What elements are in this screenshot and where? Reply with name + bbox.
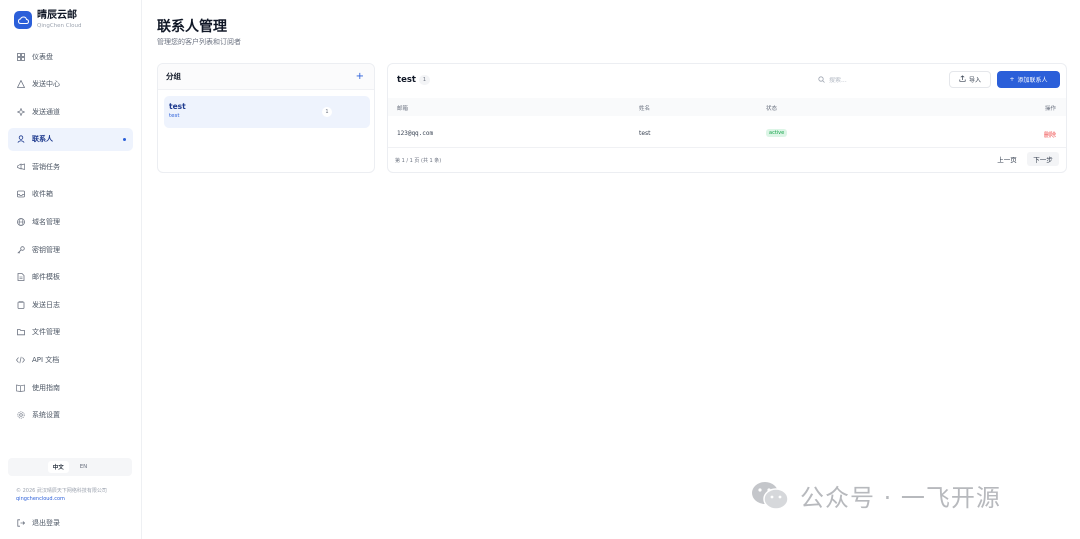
group-item[interactable]: test test 1 (164, 96, 370, 128)
template-icon (16, 273, 25, 282)
sidebar-item-domains[interactable]: 域名管理 (8, 211, 133, 234)
channel-icon (16, 107, 25, 116)
sidebar-item-label: 密钥管理 (32, 245, 60, 254)
brand-name: 晴辰云邮 (37, 10, 77, 21)
sidebar-item-label: 域名管理 (32, 218, 60, 227)
column-header-actions: 操作 (1044, 106, 1056, 112)
book-icon (16, 383, 25, 392)
column-header-name: 姓名 (639, 106, 651, 112)
sidebar-item-label: 文件管理 (32, 328, 60, 337)
groups-panel: 分组 + test test 1 (157, 63, 375, 173)
contacts-header: test 1 导入 + 添加联系人 (388, 64, 1066, 96)
group-name: test (169, 102, 186, 111)
sidebar-item-label: 发送通道 (32, 107, 60, 116)
watermark-text: 公众号 · 一飞开源 (800, 484, 1001, 512)
sidebar-item-api-docs[interactable]: API 文档 (8, 349, 133, 372)
contact-name: test (639, 130, 651, 137)
code-icon (16, 356, 25, 365)
brand-subtitle: QingChen Cloud (37, 23, 82, 29)
sidebar-item-label: 收件箱 (32, 190, 53, 199)
sidebar-item-label: 仪表盘 (32, 52, 53, 61)
groups-title: 分组 (166, 72, 181, 81)
active-indicator (123, 137, 126, 141)
sidebar-item-label: 使用指南 (32, 383, 60, 392)
sidebar-item-label: 营销任务 (32, 162, 60, 171)
sidebar-item-label: 发送中心 (32, 80, 60, 89)
table-row: 123@qq.com test active 删除 (388, 120, 1066, 148)
logout-icon (16, 519, 25, 528)
search-icon (818, 75, 825, 85)
page-title: 联系人管理 (157, 19, 227, 35)
groups-header: 分组 + (158, 64, 374, 90)
folder-icon (16, 328, 25, 337)
logout-label: 退出登录 (32, 519, 60, 527)
pagination-info: 第 1 / 1 页 (共 1 条) (395, 158, 442, 164)
next-page-button[interactable]: 下一步 (1027, 152, 1059, 166)
page-subtitle: 管理您的客户列表和订阅者 (157, 38, 241, 46)
sidebar-item-campaigns[interactable]: 营销任务 (8, 155, 133, 178)
copyright: © 2026 武汉晴辰天下网络科技有限公司 qingchencloud.com (16, 487, 107, 503)
contacts-count-badge: 1 (419, 75, 430, 85)
add-group-button[interactable]: + (356, 71, 364, 82)
sidebar-nav: 仪表盘 发送中心 发送通道 联系人 营销任务 收件箱 域名管理 密钥管理 邮件模… (8, 45, 133, 431)
group-description: test (169, 113, 180, 119)
search-input[interactable] (829, 76, 929, 84)
sidebar-item-label: 发送日志 (32, 300, 60, 309)
sidebar-item-label: 邮件模板 (32, 273, 60, 282)
cloud-logo-icon (14, 11, 32, 29)
status-badge: active (766, 129, 788, 137)
sidebar-item-dashboard[interactable]: 仪表盘 (8, 45, 133, 68)
import-button[interactable]: 导入 (949, 71, 991, 88)
sidebar-item-label: 联系人 (32, 135, 53, 144)
grid-icon (16, 52, 25, 61)
group-count-badge: 1 (322, 107, 332, 117)
contacts-group-title: test (397, 75, 416, 85)
import-label: 导入 (968, 77, 981, 84)
key-icon (16, 245, 25, 254)
sidebar-item-settings[interactable]: 系统设置 (8, 404, 133, 427)
sidebar-item-keys[interactable]: 密钥管理 (8, 238, 133, 261)
contact-email: 123@qq.com (397, 130, 434, 137)
sidebar-item-logs[interactable]: 发送日志 (8, 293, 133, 316)
brand[interactable]: 晴辰云邮 QingChen Cloud (14, 10, 82, 30)
upload-icon (959, 75, 966, 84)
table-header: 邮箱 姓名 状态 操作 (388, 98, 1066, 116)
lang-option-en[interactable]: EN (75, 462, 93, 472)
sidebar-item-files[interactable]: 文件管理 (8, 321, 133, 344)
prev-page-button[interactable]: 上一页 (991, 152, 1023, 166)
sidebar-item-templates[interactable]: 邮件模板 (8, 266, 133, 289)
sidebar-item-send-channel[interactable]: 发送通道 (8, 100, 133, 123)
add-contact-button[interactable]: + 添加联系人 (997, 71, 1060, 88)
megaphone-icon (16, 162, 25, 171)
search-box (818, 73, 936, 87)
wechat-icon (750, 480, 790, 512)
add-contact-label: 添加联系人 (1017, 77, 1048, 84)
sidebar-item-label: API 文档 (32, 356, 60, 365)
send-icon (16, 80, 25, 89)
plus-icon: + (1009, 76, 1015, 83)
column-header-email: 邮箱 (397, 106, 409, 112)
inbox-icon (16, 190, 25, 199)
sidebar: 晴辰云邮 QingChen Cloud 仪表盘 发送中心 发送通道 联系人 营销… (0, 0, 142, 539)
copyright-text: © 2026 武汉晴辰天下网络科技有限公司 (16, 488, 107, 494)
sidebar-item-contacts[interactable]: 联系人 (8, 127, 133, 151)
lang-option-zh[interactable]: 中文 (47, 461, 69, 473)
sidebar-item-guide[interactable]: 使用指南 (8, 376, 133, 399)
sidebar-item-inbox[interactable]: 收件箱 (8, 183, 133, 206)
contacts-panel: test 1 导入 + 添加联系人 邮箱 姓名 状态 操作 123@qq.com… (387, 63, 1067, 173)
sidebar-item-send-center[interactable]: 发送中心 (8, 73, 133, 96)
gear-icon (16, 411, 25, 420)
site-link[interactable]: qingchencloud.com (16, 495, 107, 503)
delete-button[interactable]: 删除 (1044, 130, 1056, 139)
contacts-icon (16, 135, 25, 144)
watermark: 公众号 · 一飞开源 (750, 478, 1001, 513)
language-switch: 中文 EN (8, 458, 132, 476)
log-icon (16, 300, 25, 309)
sidebar-item-label: 系统设置 (32, 411, 60, 420)
logout-button[interactable]: 退出登录 (16, 518, 60, 528)
column-header-status: 状态 (766, 106, 778, 112)
globe-icon (16, 218, 25, 227)
